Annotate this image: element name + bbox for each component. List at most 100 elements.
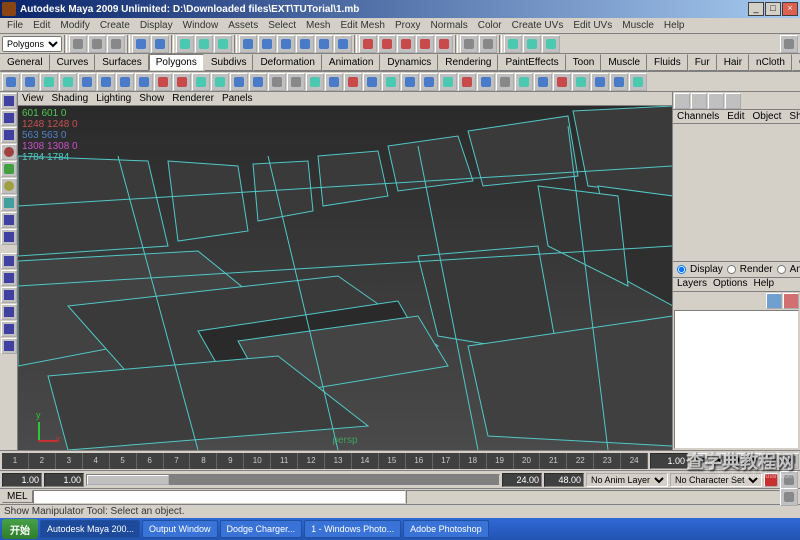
render-icon[interactable] <box>504 35 522 53</box>
shelf-tab-rendering[interactable]: Rendering <box>438 54 498 71</box>
file-new-icon[interactable] <box>69 35 87 53</box>
lasso-tool-icon[interactable] <box>1 110 17 126</box>
mask-icon[interactable] <box>277 35 295 53</box>
file-save-icon[interactable] <box>107 35 125 53</box>
shelf-button-24[interactable] <box>458 73 476 91</box>
shelf-tab-subdivs[interactable]: Subdivs <box>204 54 254 71</box>
scale-tool-icon[interactable] <box>1 178 17 194</box>
shelf-button-9[interactable] <box>173 73 191 91</box>
move-tool-icon[interactable] <box>1 144 17 160</box>
layout-single-icon[interactable] <box>1 253 17 269</box>
anim-start-field[interactable] <box>2 473 42 487</box>
layout-custom-icon[interactable] <box>1 338 17 354</box>
shelf-tab-custom[interactable]: Custom <box>792 54 800 71</box>
mask-icon[interactable] <box>334 35 352 53</box>
select-hier-icon[interactable] <box>176 35 194 53</box>
mask-icon[interactable] <box>239 35 257 53</box>
menu-modify[interactable]: Modify <box>55 19 94 32</box>
vp-menu-renderer[interactable]: Renderer <box>172 93 214 104</box>
menu-mesh[interactable]: Mesh <box>301 19 335 32</box>
shelf-tab-painteffects[interactable]: PaintEffects <box>498 54 565 71</box>
render-globals-icon[interactable] <box>542 35 560 53</box>
shelf-button-18[interactable] <box>344 73 362 91</box>
shelf-button-12[interactable] <box>230 73 248 91</box>
snap-curve-icon[interactable] <box>378 35 396 53</box>
menu-create[interactable]: Create <box>95 19 135 32</box>
shelf-tab-fur[interactable]: Fur <box>688 54 717 71</box>
ipr-icon[interactable] <box>523 35 541 53</box>
vp-menu-shading[interactable]: Shading <box>52 93 89 104</box>
shelf-button-28[interactable] <box>534 73 552 91</box>
help-icon[interactable] <box>780 35 798 53</box>
paint-select-icon[interactable] <box>1 127 17 143</box>
display-radio[interactable] <box>677 265 686 274</box>
menu-muscle[interactable]: Muscle <box>617 19 659 32</box>
taskbar-item[interactable]: 1 - Windows Photo... <box>304 520 401 538</box>
shelf-tab-general[interactable]: General <box>0 54 50 71</box>
menu-window[interactable]: Window <box>178 19 224 32</box>
layout-three-icon[interactable] <box>1 304 17 320</box>
shelf-button-15[interactable] <box>287 73 305 91</box>
shelf-button-31[interactable] <box>591 73 609 91</box>
shelf-tab-ncloth[interactable]: nCloth <box>749 54 792 71</box>
channel-menu-edit[interactable]: Edit <box>725 110 746 123</box>
menu-display[interactable]: Display <box>135 19 178 32</box>
menu-edit-mesh[interactable]: Edit Mesh <box>335 19 389 32</box>
layer-editor-toggle-icon[interactable] <box>691 93 707 109</box>
taskbar-item[interactable]: Autodesk Maya 200... <box>40 520 140 538</box>
shelf-button-2[interactable] <box>40 73 58 91</box>
snap-plane-icon[interactable] <box>416 35 434 53</box>
shelf-button-4[interactable] <box>78 73 96 91</box>
menu-select[interactable]: Select <box>263 19 301 32</box>
shelf-tab-hair[interactable]: Hair <box>717 54 749 71</box>
shelf-tab-curves[interactable]: Curves <box>50 54 96 71</box>
minimize-button[interactable]: _ <box>748 2 764 16</box>
menu-color[interactable]: Color <box>473 19 507 32</box>
shelf-button-19[interactable] <box>363 73 381 91</box>
history-icon[interactable] <box>460 35 478 53</box>
viewport-persp[interactable]: 601 601 0 1248 1248 0 563 563 0 1308 130… <box>18 106 672 450</box>
shelf-button-5[interactable] <box>97 73 115 91</box>
vp-menu-view[interactable]: View <box>22 93 44 104</box>
channel-menu-object[interactable]: Object <box>751 110 784 123</box>
shelf-button-21[interactable] <box>401 73 419 91</box>
anim-radio[interactable] <box>777 265 786 274</box>
shelf-tab-surfaces[interactable]: Surfaces <box>95 54 148 71</box>
range-slider-track[interactable] <box>86 474 500 486</box>
shelf-button-25[interactable] <box>477 73 495 91</box>
playback-end-field[interactable] <box>502 473 542 487</box>
taskbar-item[interactable]: Dodge Charger... <box>220 520 303 538</box>
menu-create-uvs[interactable]: Create UVs <box>507 19 569 32</box>
menu-assets[interactable]: Assets <box>223 19 263 32</box>
snap-live-icon[interactable] <box>435 35 453 53</box>
mask-icon[interactable] <box>315 35 333 53</box>
mask-icon[interactable] <box>296 35 314 53</box>
timeline-track[interactable]: 123456789101112131415161718192021222324 <box>2 453 648 469</box>
menu-normals[interactable]: Normals <box>426 19 473 32</box>
shelf-button-13[interactable] <box>249 73 267 91</box>
layers-menu-options[interactable]: Options <box>713 278 747 291</box>
shelf-tab-polygons[interactable]: Polygons <box>149 54 204 71</box>
snap-point-icon[interactable] <box>397 35 415 53</box>
menu-edit[interactable]: Edit <box>28 19 55 32</box>
shelf-button-30[interactable] <box>572 73 590 91</box>
shelf-button-0[interactable] <box>2 73 20 91</box>
redo-icon[interactable] <box>151 35 169 53</box>
anim-layer-dropdown[interactable]: No Anim Layer <box>586 473 668 487</box>
layout-custom-icon[interactable] <box>1 321 17 337</box>
shelf-button-33[interactable] <box>629 73 647 91</box>
select-tool-icon[interactable] <box>1 93 17 109</box>
menu-file[interactable]: File <box>2 19 28 32</box>
maximize-button[interactable]: □ <box>765 2 781 16</box>
vp-menu-panels[interactable]: Panels <box>222 93 253 104</box>
shelf-tab-deformation[interactable]: Deformation <box>253 54 321 71</box>
layout-two-icon[interactable] <box>1 287 17 303</box>
universal-manip-icon[interactable] <box>1 195 17 211</box>
shelf-button-22[interactable] <box>420 73 438 91</box>
shelf-button-32[interactable] <box>610 73 628 91</box>
select-comp-icon[interactable] <box>214 35 232 53</box>
taskbar-item[interactable]: Output Window <box>142 520 218 538</box>
shelf-button-26[interactable] <box>496 73 514 91</box>
shelf-tab-muscle[interactable]: Muscle <box>601 54 647 71</box>
playback-start-field[interactable] <box>44 473 84 487</box>
